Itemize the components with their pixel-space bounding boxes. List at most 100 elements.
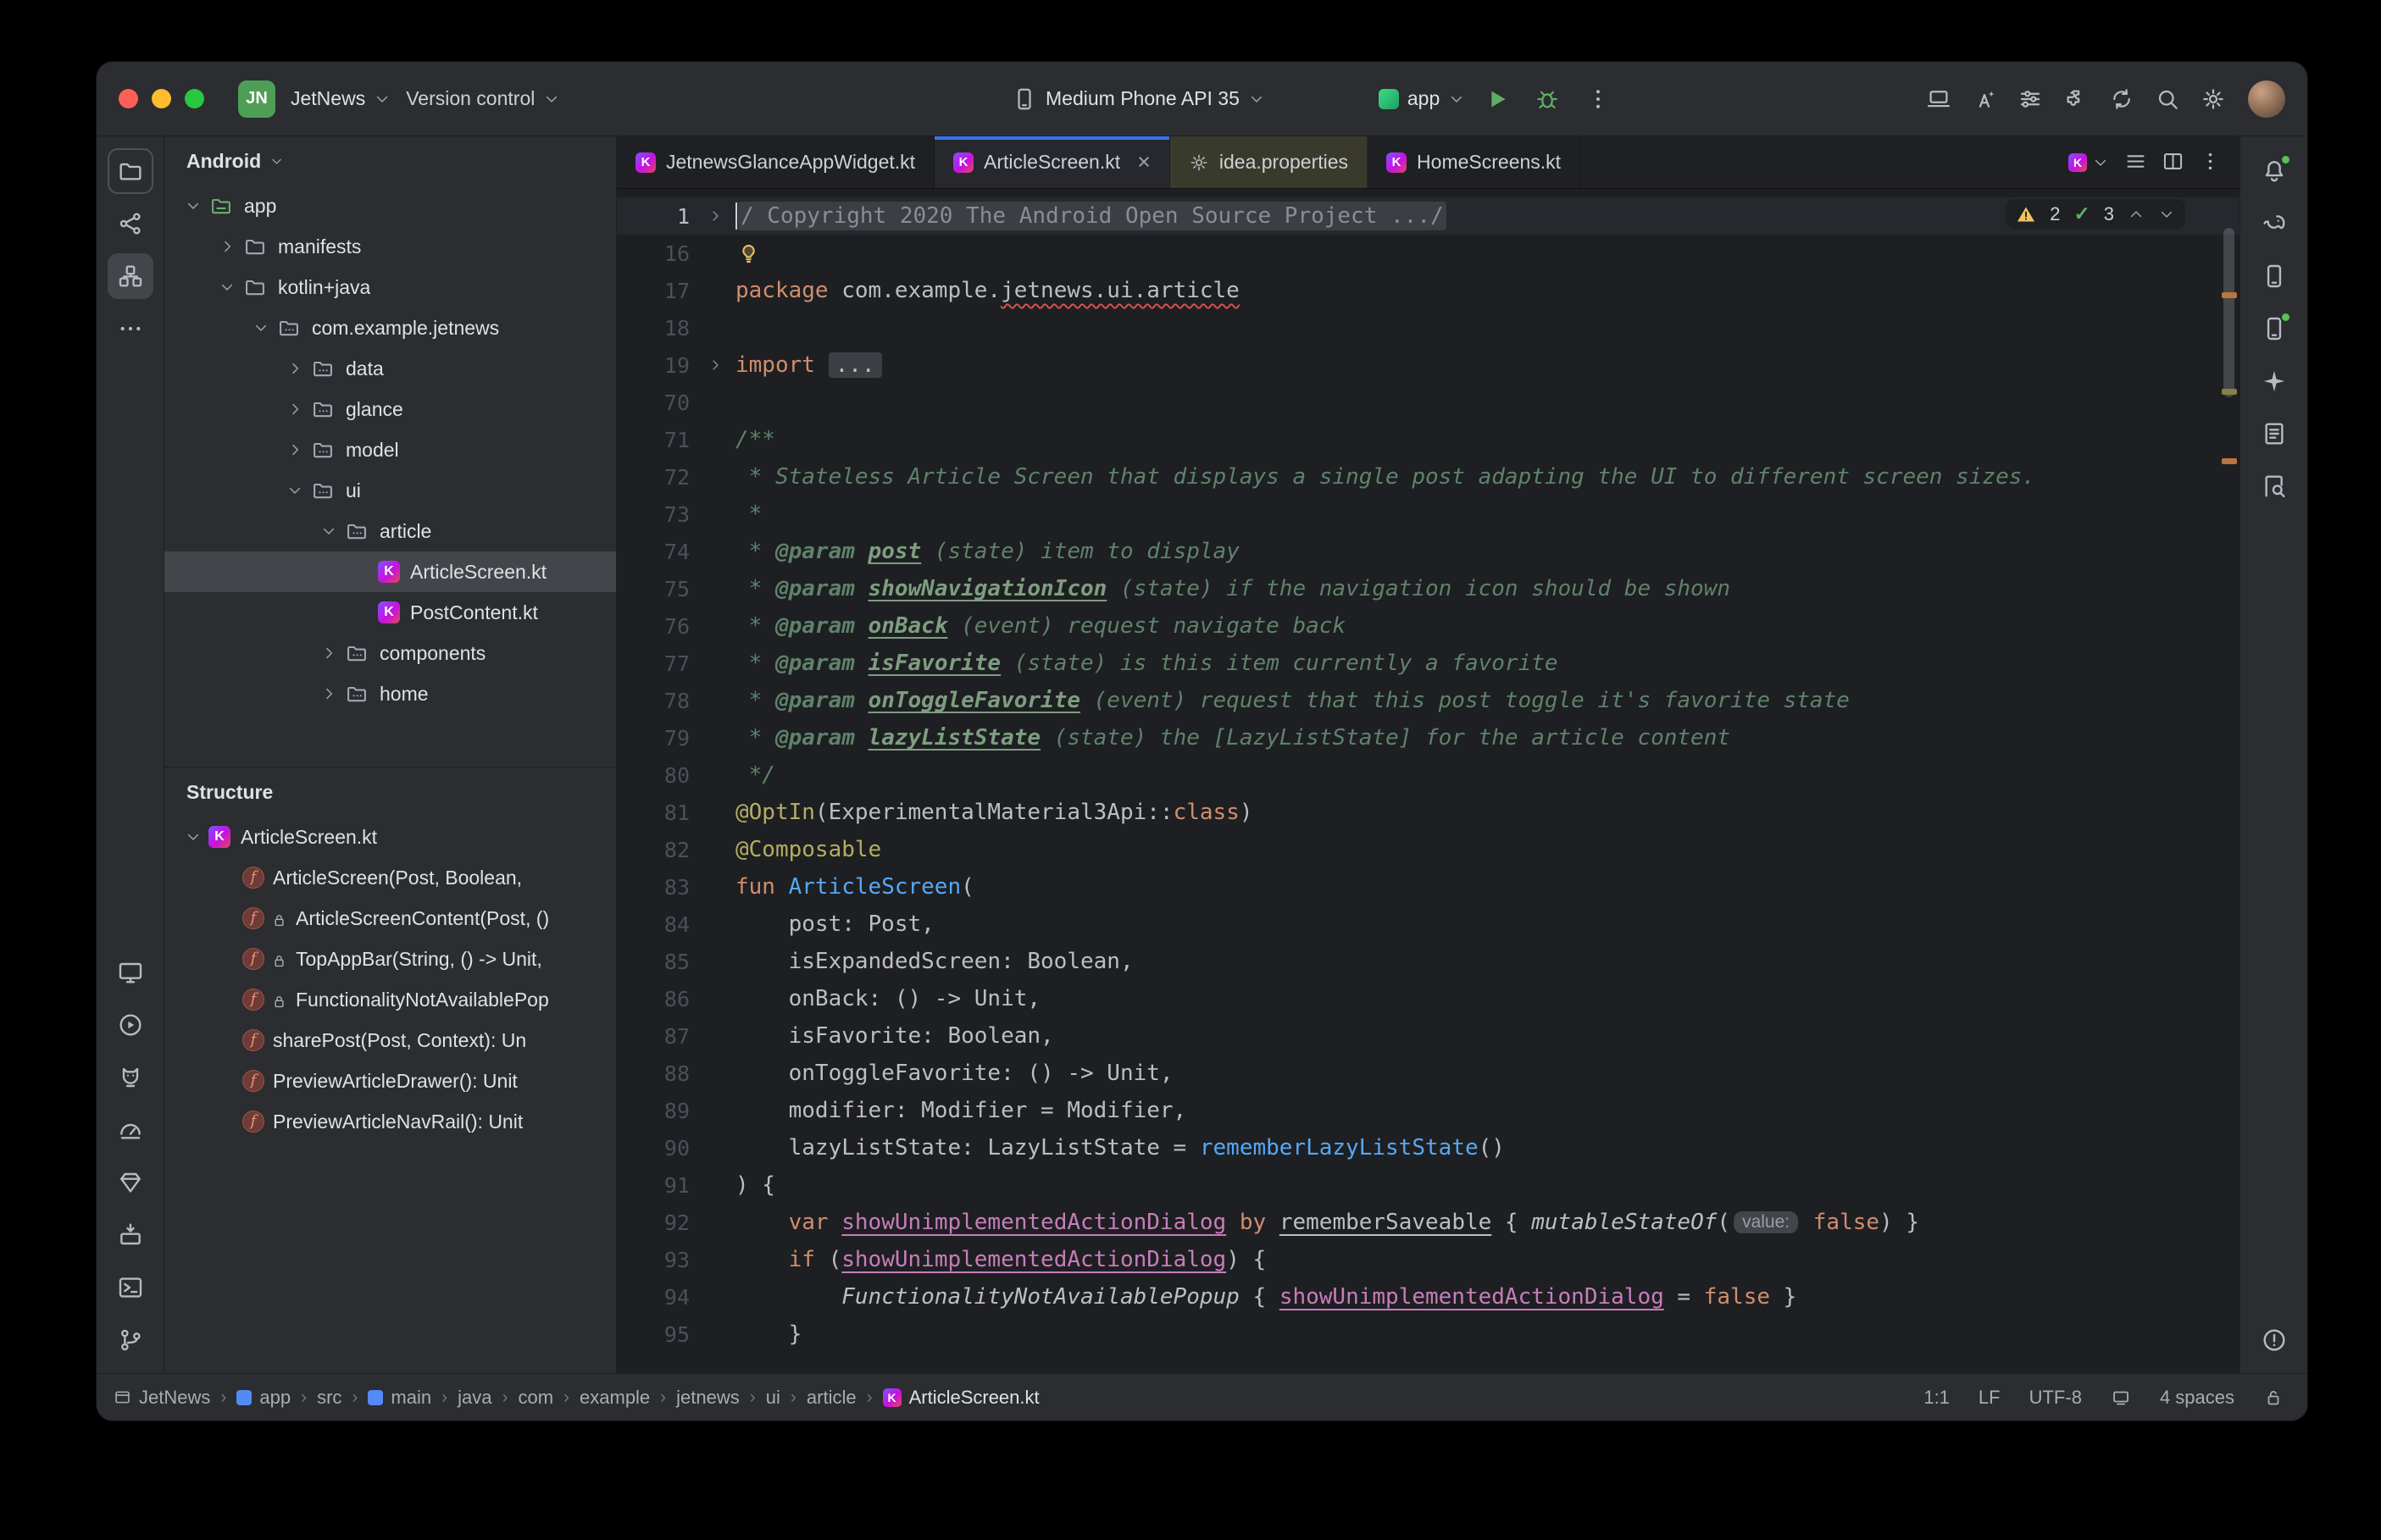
more-tools-tool-button[interactable] [108, 306, 153, 352]
code-line-83[interactable]: 83fun ArticleScreen( [617, 868, 2239, 906]
structure-item-articlescreencontent[interactable]: fArticleScreenContent(Post, () [164, 898, 616, 939]
breadcrumb-articlescreen-kt[interactable]: KArticleScreen.kt [883, 1387, 1040, 1409]
app-insights-tool-button[interactable] [108, 1160, 153, 1205]
layout-inspector-tool-button[interactable] [2251, 411, 2297, 457]
code-line-72[interactable]: 72 * Stateless Article Screen that displ… [617, 458, 2239, 496]
project-tree-item-postcontent-kt[interactable]: KPostContent.kt [164, 592, 616, 633]
chevron-down-icon[interactable] [314, 520, 344, 542]
chevron-down-icon[interactable] [280, 479, 310, 501]
code-line-19[interactable]: 19import ... [617, 346, 2239, 384]
code-editor[interactable]: 2 ✓ 3 1/ Copyright 2020 The Android Open… [617, 189, 2239, 1373]
minimize-window-button[interactable] [152, 89, 171, 108]
code-line-18[interactable]: 18 [617, 309, 2239, 346]
gemini-tool-button[interactable] [2251, 358, 2297, 404]
project-tree-item-model[interactable]: model [164, 429, 616, 470]
next-issue-icon[interactable] [2158, 206, 2175, 223]
code-line-81[interactable]: 81@OptIn(ExperimentalMaterial3Api::class… [617, 794, 2239, 831]
breadcrumb-java[interactable]: java [458, 1387, 491, 1409]
code-line-75[interactable]: 75 * @param showNavigationIcon (state) i… [617, 570, 2239, 607]
user-avatar[interactable] [2248, 80, 2285, 118]
code-line-91[interactable]: 91) { [617, 1166, 2239, 1204]
code-line-74[interactable]: 74 * @param post (state) item to display [617, 533, 2239, 570]
code-line-82[interactable]: 82@Composable [617, 831, 2239, 868]
project-tree-item-kotlin-java[interactable]: kotlin+java [164, 267, 616, 307]
breadcrumb-jetnews[interactable]: JetNews [114, 1387, 210, 1409]
warning-stripe[interactable] [2222, 458, 2237, 464]
code-line-17[interactable]: 17package com.example.jetnews.ui.article [617, 272, 2239, 309]
file-encoding-widget[interactable]: UTF-8 [2029, 1387, 2082, 1409]
editor-options-button[interactable] [2194, 145, 2229, 180]
split-editor-button[interactable] [2156, 145, 2192, 180]
structure-tool-button[interactable] [108, 253, 153, 299]
quickfix-bulb-icon[interactable] [735, 241, 761, 266]
code-line-79[interactable]: 79 * @param lazyListState (state) the [L… [617, 719, 2239, 756]
chevron-down-icon[interactable] [178, 195, 208, 217]
ai-actions-button[interactable] [1965, 80, 2004, 119]
warning-stripe[interactable] [2222, 292, 2237, 298]
code-line-1[interactable]: 1/ Copyright 2020 The Android Open Sourc… [617, 197, 2239, 235]
tab-jetnewsglanceappwidget-kt[interactable]: KJetnewsGlanceAppWidget.kt [617, 136, 935, 188]
code-line-76[interactable]: 76 * @param onBack (event) request navig… [617, 607, 2239, 645]
code-line-77[interactable]: 77 * @param isFavorite (state) is this i… [617, 645, 2239, 682]
project-tree-item-components[interactable]: components [164, 633, 616, 673]
run-config-selector[interactable]: app [1379, 87, 1465, 110]
running-devices-right-tool-button[interactable] [2251, 306, 2297, 352]
sync-project-button[interactable] [2102, 80, 2141, 119]
close-window-button[interactable] [119, 89, 138, 108]
indent-style-widget[interactable]: 4 spaces [2160, 1387, 2234, 1409]
structure-item-functionalitynotavailablepop[interactable]: fFunctionalityNotAvailablePop [164, 979, 616, 1020]
project-tree-item-glance[interactable]: glance [164, 389, 616, 429]
device-selector[interactable]: Medium Phone API 35 [1012, 86, 1265, 112]
chevron-down-icon[interactable] [178, 826, 208, 848]
close-tab-button[interactable]: × [1137, 151, 1151, 174]
tab-idea-properties[interactable]: idea.properties [1170, 136, 1368, 188]
run-tool-tool-button[interactable] [108, 1002, 153, 1048]
chevron-down-icon[interactable] [212, 276, 242, 298]
fold-arrow-icon[interactable] [695, 357, 735, 373]
breadcrumb-src[interactable]: src [317, 1387, 341, 1409]
debug-button[interactable] [1528, 80, 1567, 119]
code-line-90[interactable]: 90 lazyListState: LazyListState = rememb… [617, 1129, 2239, 1166]
structure-item-previewarticledrawer[interactable]: fPreviewArticleDrawer(): Unit [164, 1061, 616, 1101]
settings-button[interactable] [2194, 80, 2233, 119]
code-line-92[interactable]: 92 var showUnimplementedActionDialog by … [617, 1204, 2239, 1241]
device-manager-tool-button[interactable] [2251, 253, 2297, 299]
screen-widget-icon[interactable] [2111, 1388, 2131, 1408]
plugins-button[interactable] [2056, 80, 2095, 119]
breadcrumb-ui[interactable]: ui [766, 1387, 780, 1409]
caret-position-widget[interactable]: 1:1 [1923, 1387, 1950, 1409]
commit-tool-button[interactable] [108, 201, 153, 247]
code-line-86[interactable]: 86 onBack: () -> Unit, [617, 980, 2239, 1017]
code-line-93[interactable]: 93 if (showUnimplementedActionDialog) { [617, 1241, 2239, 1278]
code-line-73[interactable]: 73 * [617, 496, 2239, 533]
fold-arrow-icon[interactable] [695, 208, 735, 224]
breadcrumb-com[interactable]: com [518, 1387, 553, 1409]
chevron-right-icon[interactable] [280, 439, 310, 461]
chevron-right-icon[interactable] [314, 683, 344, 705]
jetnews-app-logo[interactable]: JN [238, 80, 275, 118]
project-switcher[interactable]: JetNews [291, 87, 391, 110]
code-line-84[interactable]: 84 post: Post, [617, 906, 2239, 943]
search-everywhere-button[interactable] [2148, 80, 2187, 119]
project-tree-item-app[interactable]: app [164, 186, 616, 226]
settings-sliders-button[interactable] [2011, 80, 2050, 119]
project-tree-item-data[interactable]: data [164, 348, 616, 389]
project-tool-button[interactable] [108, 148, 153, 194]
project-tree-item-article[interactable]: article [164, 511, 616, 551]
chevron-right-icon[interactable] [280, 357, 310, 379]
structure-item-previewarticlenavrail[interactable]: fPreviewArticleNavRail(): Unit [164, 1101, 616, 1142]
breadcrumb-jetnews[interactable]: jetnews [676, 1387, 740, 1409]
inspection-widget[interactable]: 2 ✓ 3 [2006, 199, 2185, 229]
file-writable-icon[interactable] [2263, 1388, 2284, 1408]
code-line-16[interactable]: 16 [617, 235, 2239, 272]
previous-issue-icon[interactable] [2128, 206, 2145, 223]
project-tree-item-manifests[interactable]: manifests [164, 226, 616, 267]
profiler-tool-button[interactable] [108, 1107, 153, 1153]
zoom-window-button[interactable] [185, 89, 204, 108]
tab-articlescreen-kt[interactable]: KArticleScreen.kt× [935, 136, 1170, 188]
structure-item-topappbar[interactable]: fTopAppBar(String, () -> Unit, [164, 939, 616, 979]
device-explorer-tool-button[interactable] [108, 1212, 153, 1258]
weak-warning-stripe[interactable] [2222, 389, 2237, 395]
file-search-tool-button[interactable] [2251, 463, 2297, 509]
more-run-actions-button[interactable] [1579, 80, 1618, 119]
